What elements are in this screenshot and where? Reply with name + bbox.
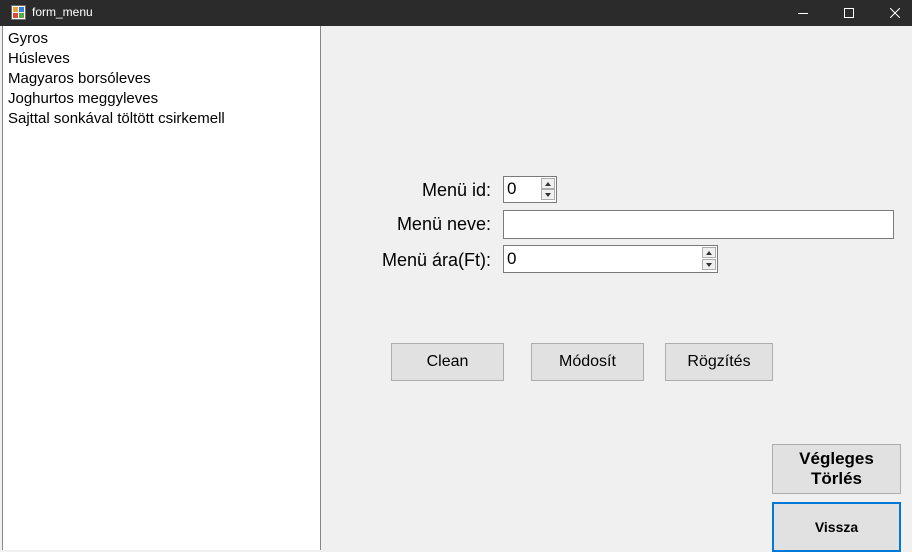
permanent-delete-label-line2: Törlés [810, 469, 863, 488]
window-title: form_menu [32, 5, 93, 19]
close-icon [890, 8, 900, 18]
menu-name-field[interactable] [503, 210, 894, 239]
menu-listbox[interactable]: Gyros Húsleves Magyaros borsóleves Joghu… [2, 26, 321, 550]
list-item[interactable]: Joghurtos meggyleves [8, 90, 158, 108]
maximize-button[interactable] [826, 0, 872, 26]
list-item[interactable]: Gyros [8, 30, 48, 48]
chevron-down-icon [545, 192, 551, 197]
chevron-up-icon [545, 181, 551, 186]
clean-button[interactable]: Clean [391, 343, 504, 381]
list-item[interactable]: Magyaros borsóleves [8, 70, 151, 88]
save-button-label: Rögzítés [687, 353, 751, 370]
minimize-button[interactable] [780, 0, 826, 26]
list-item[interactable]: Húsleves [8, 50, 70, 68]
modify-button[interactable]: Módosít [531, 343, 644, 381]
menu-id-value[interactable]: 0 [507, 179, 516, 199]
title-bar: form_menu [0, 0, 912, 26]
spin-up-button[interactable] [702, 247, 716, 258]
save-button[interactable]: Rögzítés [665, 343, 773, 381]
menu-price-value[interactable]: 0 [507, 249, 516, 269]
chevron-down-icon [706, 262, 712, 267]
chevron-up-icon [706, 250, 712, 255]
app-icon [11, 5, 26, 20]
list-item[interactable]: Sajttal sonkával töltött csirkemell [8, 110, 225, 128]
clean-button-label: Clean [426, 353, 469, 370]
back-button-label: Vissza [814, 519, 859, 535]
spin-up-button[interactable] [541, 178, 555, 189]
modify-button-label: Módosít [559, 353, 616, 370]
menu-id-spinner[interactable]: 0 [503, 176, 557, 203]
menu-price-label: Menü ára(Ft): [381, 250, 491, 270]
minimize-icon [798, 13, 808, 14]
spin-down-button[interactable] [541, 189, 555, 200]
menu-price-spinner[interactable]: 0 [503, 245, 718, 273]
spin-down-button[interactable] [702, 259, 716, 270]
menu-name-label: Menü neve: [396, 214, 491, 234]
permanent-delete-button[interactable]: Végleges Törlés [772, 444, 901, 494]
permanent-delete-label-line1: Végleges [799, 449, 874, 468]
back-button[interactable]: Vissza [772, 502, 901, 552]
menu-id-label: Menü id: [421, 180, 491, 200]
maximize-icon [844, 8, 854, 18]
close-button[interactable] [872, 0, 912, 26]
permanent-delete-label: Végleges Törlés [799, 449, 874, 489]
